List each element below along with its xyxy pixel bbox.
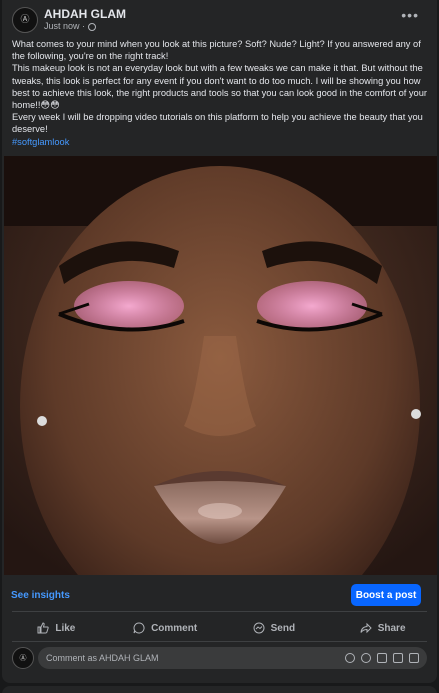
post-paragraph: What comes to your mind when you look at… bbox=[12, 39, 421, 62]
page-name[interactable]: AHDAH GLAM bbox=[44, 8, 126, 21]
comment-composer: Ⓐ bbox=[12, 646, 427, 670]
makeup-portrait-image bbox=[4, 156, 437, 575]
share-label: Share bbox=[377, 622, 406, 634]
post-header: Ⓐ AHDAH GLAM Just now · bbox=[12, 7, 126, 33]
send-label: Send bbox=[270, 622, 296, 634]
next-post-card bbox=[2, 686, 437, 693]
comment-tools bbox=[345, 653, 419, 663]
comment-label: Comment bbox=[151, 622, 198, 634]
comment-button[interactable]: Comment bbox=[111, 617, 220, 639]
send-button[interactable]: Send bbox=[220, 617, 329, 639]
like-button[interactable]: Like bbox=[2, 617, 111, 639]
sticker-icon[interactable] bbox=[409, 653, 419, 663]
more-options-icon[interactable]: ••• bbox=[401, 8, 419, 22]
post-text: What comes to your mind when you look at… bbox=[12, 38, 430, 148]
divider bbox=[12, 641, 427, 642]
post-actions: Like Comment Send Share bbox=[2, 617, 437, 639]
avatar-logo-icon: Ⓐ bbox=[20, 15, 30, 25]
thumbs-up-icon bbox=[37, 622, 50, 634]
avatar-sticker-icon[interactable] bbox=[345, 653, 355, 663]
see-insights-link[interactable]: See insights bbox=[11, 590, 70, 601]
insights-row: See insights Boost a post bbox=[2, 583, 437, 607]
post-paragraph: Every week I will be dropping video tuto… bbox=[12, 112, 423, 135]
hashtag-link[interactable]: #softglamlook bbox=[12, 136, 430, 148]
post-meta: AHDAH GLAM Just now · bbox=[44, 8, 126, 32]
divider bbox=[12, 611, 427, 612]
post-card: Ⓐ AHDAH GLAM Just now · ••• What comes t… bbox=[2, 0, 437, 683]
page-avatar[interactable]: Ⓐ bbox=[12, 7, 38, 33]
timestamp[interactable]: Just now · bbox=[44, 21, 85, 32]
post-paragraph: This makeup look is not an everyday look… bbox=[12, 63, 427, 111]
gif-icon[interactable] bbox=[393, 653, 403, 663]
messenger-icon bbox=[253, 622, 265, 634]
comment-box bbox=[38, 647, 427, 669]
comment-bubble-icon bbox=[133, 622, 145, 634]
share-arrow-icon bbox=[360, 622, 372, 634]
globe-icon bbox=[88, 22, 97, 31]
camera-icon[interactable] bbox=[377, 653, 387, 663]
post-photo[interactable] bbox=[4, 156, 437, 575]
emoji-icon[interactable] bbox=[361, 653, 371, 663]
like-label: Like bbox=[55, 622, 76, 634]
share-button[interactable]: Share bbox=[328, 617, 437, 639]
boost-post-button[interactable]: Boost a post bbox=[351, 584, 421, 606]
timestamp-row: Just now · bbox=[44, 21, 126, 32]
commenter-avatar[interactable]: Ⓐ bbox=[12, 647, 34, 669]
comment-input[interactable] bbox=[46, 653, 345, 663]
